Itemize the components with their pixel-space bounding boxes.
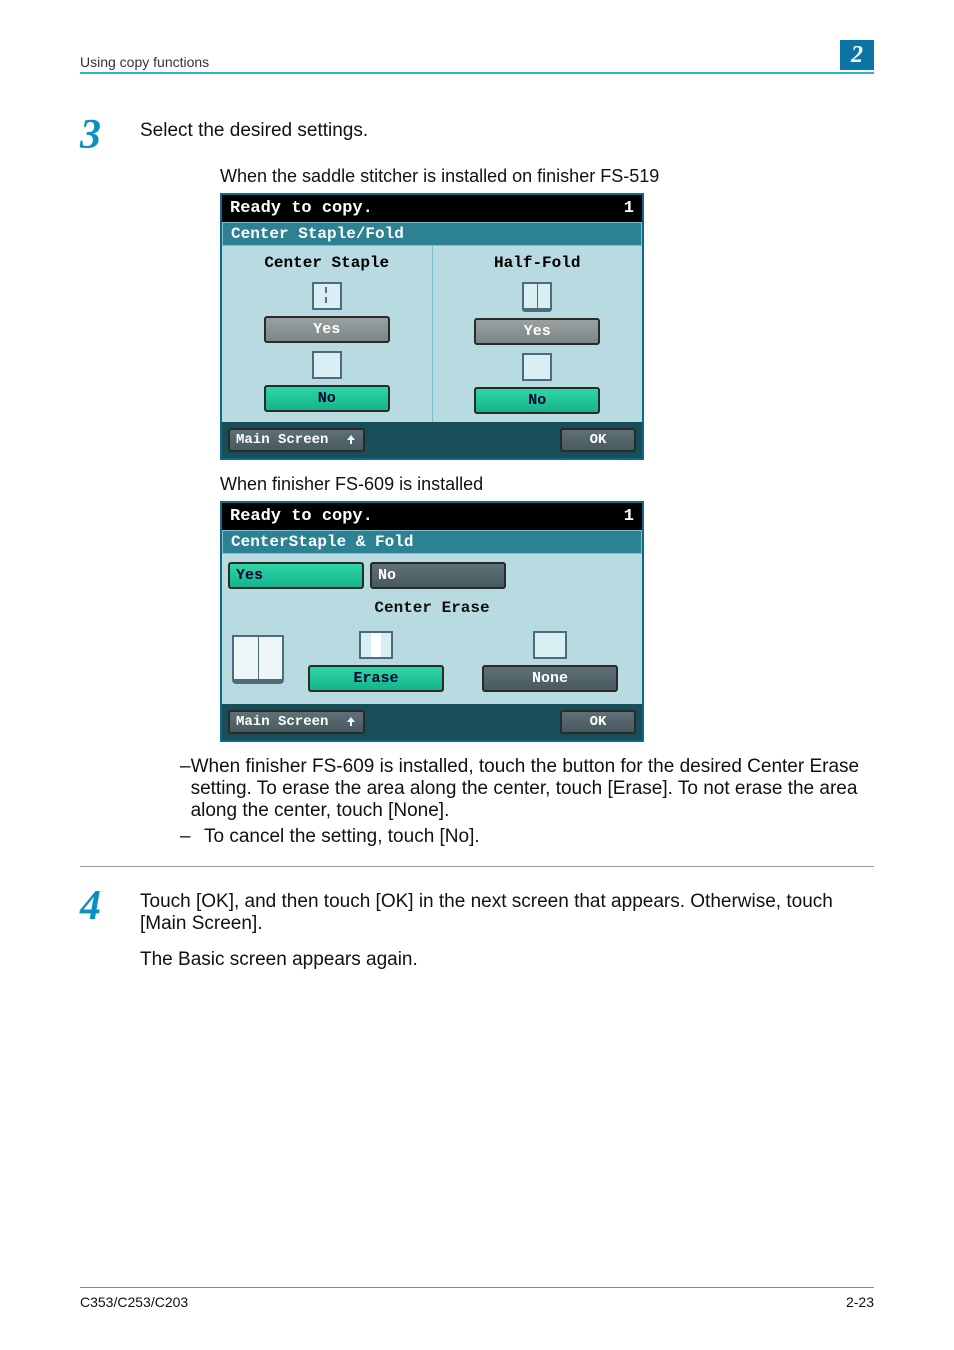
half-fold-yes-button[interactable]: Yes (474, 318, 600, 345)
step-number: 3 (80, 114, 140, 156)
step-result: The Basic screen appears again. (140, 949, 874, 971)
none-button[interactable]: None (482, 665, 618, 692)
erase-icon (359, 631, 393, 659)
centerstaple-yes-button[interactable]: Yes (228, 562, 364, 589)
ok-button[interactable]: OK (560, 710, 636, 734)
step-text: Touch [OK], and then touch [OK] in the n… (140, 891, 874, 935)
none-column: None (468, 625, 632, 694)
main-screen-label: Main Screen (236, 714, 328, 730)
up-arrow-icon (345, 432, 357, 448)
step-number: 4 (80, 885, 140, 927)
main-screen-label: Main Screen (236, 432, 328, 448)
blank-icon (522, 353, 552, 381)
model-label: C353/C253/C203 (80, 1294, 188, 1310)
book-icon (522, 282, 552, 312)
center-staple-heading: Center Staple (222, 250, 432, 276)
step-text: Select the desired settings. (140, 114, 874, 142)
lcd-screen-fs519: Ready to copy. 1 Center Staple/Fold Cent… (220, 193, 644, 460)
center-staple-yes-button[interactable]: Yes (264, 316, 390, 343)
caption-fs609: When finisher FS-609 is installed (220, 474, 874, 495)
step-4: 4 Touch [OK], and then touch [OK] in the… (80, 885, 874, 990)
status-text: Ready to copy. (230, 199, 373, 218)
erase-button[interactable]: Erase (308, 665, 444, 692)
bullet-dash: – (180, 826, 204, 848)
erase-column: Erase (294, 625, 458, 694)
page-number: 2-23 (846, 1294, 874, 1310)
screen-title: CenterStaple & Fold (222, 530, 642, 554)
chapter-number-badge: 2 (840, 40, 874, 70)
lcd-screen-fs609: Ready to copy. 1 CenterStaple & Fold Yes… (220, 501, 644, 742)
centerstaple-no-button[interactable]: No (370, 562, 506, 589)
status-text: Ready to copy. (230, 507, 373, 526)
note-cancel: To cancel the setting, touch [No]. (204, 826, 480, 848)
none-icon (533, 631, 567, 659)
status-bar: Ready to copy. 1 (222, 503, 642, 530)
blank-icon (312, 351, 342, 379)
center-erase-heading: Center Erase (222, 597, 642, 623)
section-title: Using copy functions (80, 54, 209, 70)
screen-title: Center Staple/Fold (222, 222, 642, 246)
copy-count: 1 (624, 199, 634, 218)
ok-button[interactable]: OK (560, 428, 636, 452)
step3-notes: – When finisher FS-609 is installed, tou… (180, 756, 874, 848)
bullet-dash: – (180, 756, 191, 822)
caption-fs519: When the saddle stitcher is installed on… (220, 166, 874, 187)
status-bar: Ready to copy. 1 (222, 195, 642, 222)
main-screen-button[interactable]: Main Screen (228, 710, 365, 734)
half-fold-no-button[interactable]: No (474, 387, 600, 414)
center-staple-no-button[interactable]: No (264, 385, 390, 412)
up-arrow-icon (345, 714, 357, 730)
half-fold-heading: Half-Fold (433, 250, 643, 276)
step-3: 3 Select the desired settings. (80, 114, 874, 156)
half-fold-column: Half-Fold Yes No (432, 246, 643, 422)
screen-footer: Main Screen OK (222, 704, 642, 740)
page-header: Using copy functions 2 (80, 40, 874, 74)
main-screen-button[interactable]: Main Screen (228, 428, 365, 452)
note-erase: When finisher FS-609 is installed, touch… (191, 756, 874, 822)
screen-footer: Main Screen OK (222, 422, 642, 458)
center-staple-column: Center Staple Yes No (222, 246, 432, 422)
copy-count: 1 (624, 507, 634, 526)
booklet-icon (232, 635, 284, 684)
page-footer: C353/C253/C203 2-23 (80, 1287, 874, 1310)
staple-icon (312, 282, 342, 310)
step-separator (80, 866, 874, 867)
